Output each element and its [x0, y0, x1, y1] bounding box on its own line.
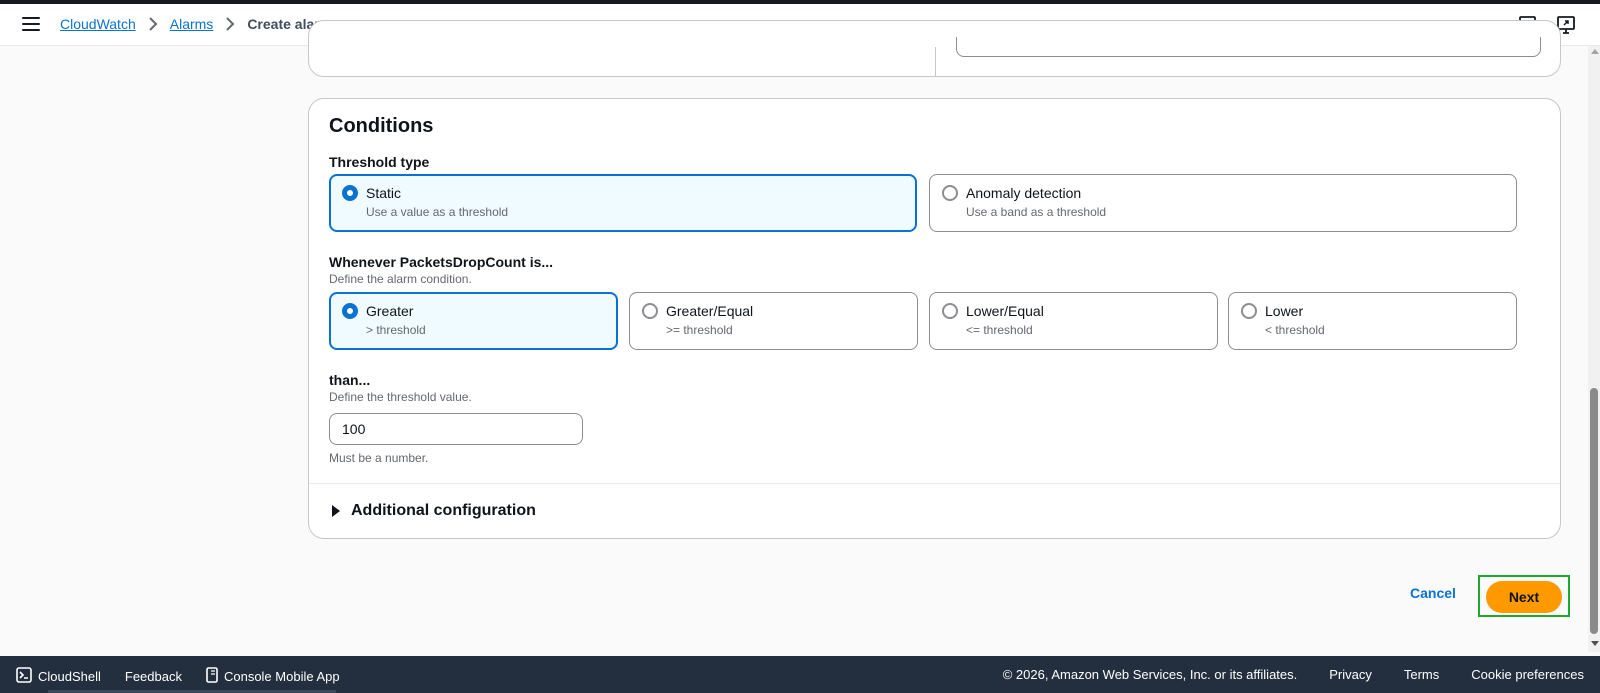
threshold-type-anomaly-detection[interactable]: Anomaly detection Use a band as a thresh…: [929, 174, 1517, 232]
privacy-link[interactable]: Privacy: [1329, 667, 1372, 682]
whenever-label: Whenever PacketsDropCount is...: [329, 254, 554, 270]
breadcrumb: CloudWatch Alarms Create alarm: [60, 16, 332, 32]
than-description: Define the threshold value.: [329, 390, 472, 404]
terms-link[interactable]: Terms: [1404, 667, 1439, 682]
threshold-type-label: Threshold type: [329, 154, 430, 170]
scrollbar-thumb[interactable]: [1590, 388, 1598, 634]
tile-label: Lower: [1265, 303, 1304, 319]
menu-icon[interactable]: [22, 17, 40, 31]
tile-description: >= threshold: [666, 323, 733, 337]
radio-selected-icon[interactable]: [342, 185, 358, 201]
breadcrumb-alarms[interactable]: Alarms: [170, 16, 214, 32]
whenever-description: Define the alarm condition.: [329, 272, 472, 286]
chevron-right-icon: [148, 17, 158, 31]
additional-configuration-toggle[interactable]: Additional configuration: [329, 502, 536, 520]
upper-panel: [308, 20, 1561, 77]
tile-label: Static: [366, 185, 402, 201]
condition-lower[interactable]: Lower < threshold: [1228, 292, 1517, 350]
conditions-title: Conditions: [329, 115, 434, 137]
condition-greater[interactable]: Greater > threshold: [329, 292, 618, 350]
next-button[interactable]: Next: [1486, 581, 1562, 613]
radio-icon[interactable]: [942, 185, 958, 201]
threshold-constraint: Must be a number.: [329, 451, 429, 465]
cookie-preferences-link[interactable]: Cookie preferences: [1471, 667, 1584, 682]
copyright-text: © 2026, Amazon Web Services, Inc. or its…: [1002, 667, 1298, 682]
tile-label: Greater/Equal: [666, 303, 754, 319]
than-label: than...: [329, 372, 371, 388]
mobile-app-label: Console Mobile App: [223, 669, 340, 684]
threshold-value-input[interactable]: [329, 413, 583, 445]
section-divider: [309, 483, 1560, 484]
radio-icon[interactable]: [642, 303, 658, 319]
tile-description: Use a band as a threshold: [966, 205, 1107, 219]
feedback-link[interactable]: Feedback: [125, 669, 182, 684]
tile-description: Use a value as a threshold: [366, 205, 509, 219]
condition-lower-equal[interactable]: Lower/Equal <= threshold: [929, 292, 1218, 350]
condition-greater-equal[interactable]: Greater/Equal >= threshold: [629, 292, 918, 350]
tile-label: Lower/Equal: [966, 303, 1044, 319]
tile-label: Greater: [366, 303, 414, 319]
cloudshell-label: CloudShell: [38, 669, 101, 684]
radio-icon[interactable]: [1241, 303, 1257, 319]
threshold-type-static[interactable]: Static Use a value as a threshold: [329, 174, 917, 232]
tile-label: Anomaly detection: [966, 185, 1082, 201]
upper-input-field[interactable]: [956, 37, 1541, 57]
tile-description: < threshold: [1265, 323, 1325, 337]
console-mobile-app-link[interactable]: Console Mobile App: [206, 667, 340, 686]
radio-icon[interactable]: [942, 303, 958, 319]
additional-configuration-label: Additional configuration: [351, 502, 536, 519]
cancel-button[interactable]: Cancel: [1410, 585, 1456, 601]
caret-right-icon: [332, 505, 340, 517]
panel-divider: [935, 47, 936, 77]
breadcrumb-cloudwatch[interactable]: CloudWatch: [60, 16, 136, 32]
tile-description: > threshold: [366, 323, 426, 337]
radio-selected-icon[interactable]: [342, 303, 358, 319]
mobile-app-icon: [206, 667, 218, 686]
footer: CloudShell Feedback Console Mobile App ©…: [0, 656, 1600, 693]
cloudshell-icon: [16, 667, 32, 686]
cloudshell-link[interactable]: CloudShell: [16, 667, 101, 686]
chevron-right-icon: [225, 17, 235, 31]
conditions-panel: Conditions Threshold type Static Use a v…: [308, 98, 1561, 539]
scroll-up-icon[interactable]: [1591, 49, 1599, 54]
tile-description: <= threshold: [966, 323, 1033, 337]
scroll-down-icon[interactable]: [1591, 641, 1599, 646]
